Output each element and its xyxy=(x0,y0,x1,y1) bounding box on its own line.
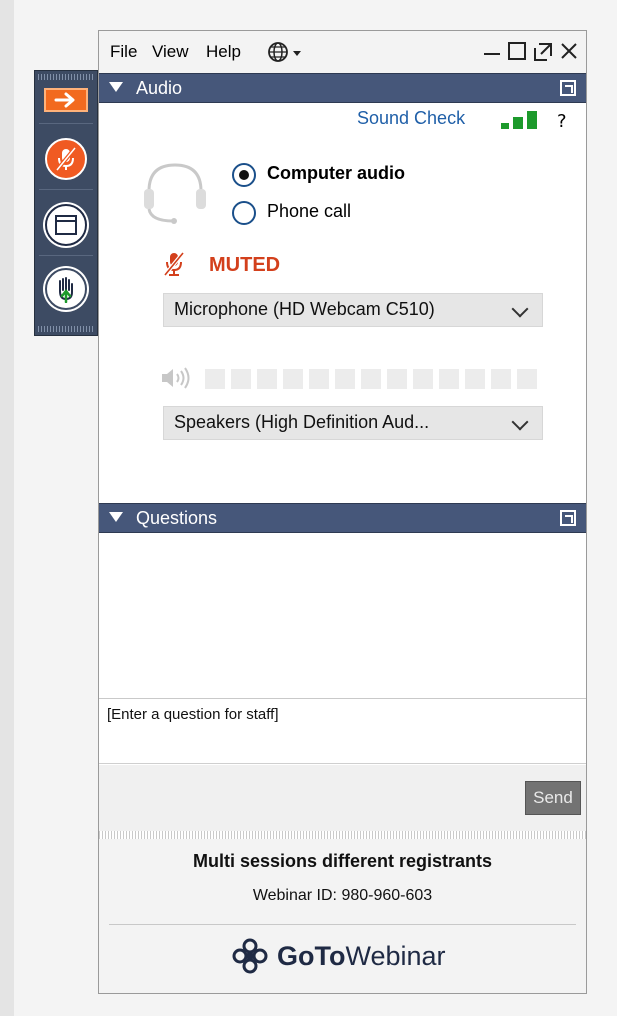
arrow-right-icon xyxy=(44,88,88,112)
language-globe-icon[interactable] xyxy=(267,41,309,67)
popout-section-icon[interactable] xyxy=(560,80,576,96)
computer-audio-radio[interactable] xyxy=(232,163,256,187)
control-panel-toolbar xyxy=(34,70,98,336)
audio-section-title: Audio xyxy=(136,78,183,98)
collapse-caret-icon xyxy=(109,512,123,522)
menu-help[interactable]: Help xyxy=(206,42,241,62)
popout-window-icon[interactable] xyxy=(533,42,553,66)
mute-toggle-button[interactable] xyxy=(35,131,97,187)
gotowebinar-logo: GoToWebinar xyxy=(231,937,446,975)
muted-status: MUTED xyxy=(209,254,281,276)
sound-check-link[interactable]: Sound Check xyxy=(357,108,465,129)
divider xyxy=(109,924,576,925)
audio-section-header[interactable]: Audio xyxy=(99,73,586,103)
headset-icon xyxy=(141,159,209,231)
maximize-icon[interactable] xyxy=(508,42,526,60)
speakers-select[interactable]: Speakers (High Definition Aud... xyxy=(163,406,543,440)
question-input-placeholder: [Enter a question for staff] xyxy=(107,706,279,723)
close-icon[interactable] xyxy=(559,41,579,65)
microphone-select[interactable]: Microphone (HD Webcam C510) xyxy=(163,293,543,327)
window-icon xyxy=(45,204,87,246)
toolbar-divider xyxy=(39,189,93,190)
minimize-icon[interactable] xyxy=(484,53,500,55)
collapse-panel-button[interactable] xyxy=(35,85,97,115)
webinar-title: Multi sessions different registrants xyxy=(192,851,493,871)
show-window-button[interactable] xyxy=(35,197,97,253)
gotowebinar-flower-icon xyxy=(232,938,268,974)
send-row: Send xyxy=(99,765,586,831)
signal-strength-icon xyxy=(501,109,541,129)
page-strip xyxy=(0,0,14,1016)
microphone-selected-value: Microphone (HD Webcam C510) xyxy=(174,299,435,319)
questions-section-header[interactable]: Questions xyxy=(99,503,586,533)
menu-bar: File View Help xyxy=(99,31,586,73)
webinar-control-window: File View Help Audio Sound Check ? Compu… xyxy=(98,30,587,994)
muted-microphone-icon xyxy=(45,138,87,180)
muted-microphone-icon xyxy=(163,251,185,281)
gotowebinar-wordmark: GoToWebinar xyxy=(277,940,446,971)
menu-file[interactable]: File xyxy=(110,42,137,62)
question-input[interactable]: [Enter a question for staff] xyxy=(99,700,586,764)
collapse-caret-icon xyxy=(109,82,123,92)
toolbar-grip-top[interactable] xyxy=(38,74,94,80)
webinar-id: Webinar ID: 980-960-603 xyxy=(252,887,433,904)
computer-audio-label[interactable]: Computer audio xyxy=(267,163,405,184)
chevron-down-icon xyxy=(511,413,529,431)
popout-section-icon[interactable] xyxy=(560,510,576,526)
toolbar-grip-bottom[interactable] xyxy=(38,326,94,332)
chevron-down-icon xyxy=(511,300,529,318)
raise-hand-button[interactable] xyxy=(35,261,97,317)
questions-section-title: Questions xyxy=(136,508,218,528)
menu-view[interactable]: View xyxy=(152,42,189,62)
raise-hand-icon xyxy=(45,268,87,310)
questions-log[interactable] xyxy=(99,535,586,699)
speaker-volume-icon xyxy=(159,366,193,394)
phone-call-label[interactable]: Phone call xyxy=(267,201,351,222)
speakers-selected-value: Speakers (High Definition Aud... xyxy=(174,412,430,432)
send-button[interactable]: Send xyxy=(525,781,581,815)
toolbar-divider xyxy=(39,123,93,124)
webinar-info-panel: Multi sessions different registrants Web… xyxy=(99,839,586,993)
resize-grip[interactable] xyxy=(99,831,586,839)
phone-call-radio[interactable] xyxy=(232,201,256,225)
toolbar-divider xyxy=(39,255,93,256)
audio-help-button[interactable]: ? xyxy=(557,111,567,132)
